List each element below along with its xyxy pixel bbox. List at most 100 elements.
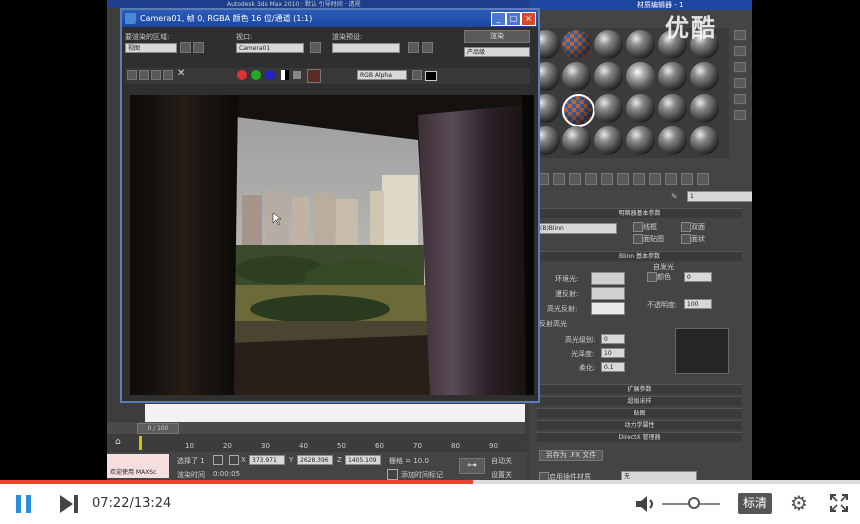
faceted-checkbox[interactable] [681, 234, 691, 244]
rollout-header[interactable]: 超级采样 [537, 396, 742, 406]
time-marker[interactable] [139, 436, 142, 450]
sample-slot[interactable] [690, 94, 719, 123]
x-coordinate[interactable]: 373.971 [249, 455, 285, 465]
sample-slot[interactable] [562, 126, 591, 155]
material-name-field[interactable]: 1 [687, 191, 752, 202]
auto-region-icon[interactable] [193, 42, 204, 53]
volume-button[interactable] [636, 495, 656, 513]
video-check-icon[interactable] [734, 94, 746, 104]
pick-material-icon[interactable]: ✎ [671, 192, 681, 202]
specular-swatch[interactable] [591, 302, 625, 315]
sample-slot[interactable] [690, 62, 719, 91]
track-bar-icon[interactable]: ⌂ [115, 437, 125, 447]
tiling-icon[interactable] [734, 78, 746, 88]
rollout-header[interactable]: DirectX 管理器 [537, 432, 742, 442]
show-map-icon[interactable] [649, 173, 661, 185]
sample-slot[interactable] [626, 62, 655, 91]
red-channel-icon[interactable] [237, 70, 247, 80]
save-image-icon[interactable] [127, 70, 137, 80]
time-slider[interactable]: 0 / 100 [107, 422, 525, 434]
go-sibling-icon[interactable] [697, 173, 709, 185]
background-icon[interactable] [734, 62, 746, 72]
area-dropdown[interactable]: 视图 [125, 43, 177, 53]
environment-icon[interactable] [422, 42, 433, 53]
frame-display[interactable]: 0 / 100 [137, 423, 179, 434]
lock-selection-icon[interactable] [213, 455, 223, 465]
sample-slot-active[interactable] [562, 94, 595, 127]
sample-slot[interactable] [626, 94, 655, 123]
rollout-header[interactable]: 扩展参数 [537, 384, 742, 394]
clone-window-icon[interactable] [151, 70, 161, 80]
time-tag-icon[interactable] [387, 469, 398, 480]
channel-dropdown[interactable]: RGB Alpha [357, 70, 407, 80]
close-button[interactable]: × [521, 12, 536, 26]
two-sided-checkbox[interactable] [681, 222, 691, 232]
viewport-dropdown[interactable]: Camera01 [236, 43, 304, 53]
go-parent-icon[interactable] [681, 173, 693, 185]
effects-channel-icon[interactable] [633, 173, 645, 185]
reset-icon[interactable] [569, 173, 581, 185]
monochrome-icon[interactable] [293, 71, 301, 79]
sample-slot[interactable] [594, 126, 623, 155]
rollout-header[interactable]: 贴图 [537, 408, 742, 418]
minimize-button[interactable]: _ [491, 12, 506, 26]
soften-value[interactable]: 0.1 [601, 362, 625, 372]
gloss-value[interactable]: 10 [601, 348, 625, 358]
copy-icon[interactable] [585, 173, 597, 185]
backlight-icon[interactable] [734, 46, 746, 56]
key-icon[interactable]: ⊶ [459, 458, 485, 474]
enable-plugin-checkbox[interactable] [539, 472, 549, 480]
pause-button[interactable] [16, 495, 32, 513]
ambient-swatch[interactable] [591, 272, 625, 285]
auto-key-button[interactable]: 自动关 [491, 456, 512, 466]
plugin-dropdown[interactable]: 无 [621, 471, 697, 480]
settings-icon[interactable]: ⚙ [790, 493, 808, 513]
rollout-header[interactable]: 动力学属性 [537, 420, 742, 430]
shader-rollout-header[interactable]: 明暗器基本参数 [537, 208, 742, 218]
wire-checkbox[interactable] [633, 222, 643, 232]
maximize-button[interactable]: □ [506, 12, 521, 26]
print-icon[interactable] [163, 70, 173, 80]
maxscript-listener[interactable]: 欢迎使用 MAXSc [107, 454, 169, 478]
self-illum-value[interactable]: 0 [684, 272, 712, 282]
shader-dropdown[interactable]: (B)Blinn [537, 223, 617, 234]
render-button[interactable]: 渲染 [464, 30, 530, 43]
sample-slot[interactable] [626, 126, 655, 155]
unique-icon[interactable] [601, 173, 613, 185]
spec-level-value[interactable]: 0 [601, 334, 625, 344]
sample-slot[interactable] [594, 94, 623, 123]
sample-slot[interactable] [594, 30, 623, 59]
absolute-mode-icon[interactable] [229, 455, 239, 465]
assign-material-icon[interactable] [553, 173, 565, 185]
lock-viewport-icon[interactable] [310, 42, 321, 53]
copy-image-icon[interactable] [139, 70, 149, 80]
diffuse-swatch[interactable] [591, 287, 625, 300]
add-time-tag[interactable]: 添加时间标记 [401, 470, 443, 480]
product-dropdown[interactable]: 产品级 [464, 47, 530, 57]
toggle-ui-icon[interactable] [425, 71, 437, 81]
alpha-channel-icon[interactable] [281, 70, 289, 80]
facemap-checkbox[interactable] [633, 234, 643, 244]
set-key-button[interactable]: 设置关 [491, 470, 512, 480]
sample-slot[interactable] [562, 62, 591, 91]
blinn-rollout-header[interactable]: Blinn 基本参数 [537, 251, 742, 261]
z-coordinate[interactable]: 1405.109 [345, 455, 381, 465]
fullscreen-button[interactable] [829, 493, 849, 513]
sample-slot[interactable] [690, 126, 719, 155]
show-end-icon[interactable] [665, 173, 677, 185]
preset-dropdown[interactable] [332, 43, 400, 53]
self-illum-color-checkbox[interactable] [647, 272, 657, 282]
sample-slot[interactable] [658, 94, 687, 123]
channel-display-icon[interactable] [412, 70, 422, 80]
sample-slot[interactable] [658, 62, 687, 91]
library-icon[interactable] [617, 173, 629, 185]
opacity-value[interactable]: 100 [684, 299, 712, 309]
sample-slot[interactable] [658, 126, 687, 155]
sample-type-icon[interactable] [734, 30, 746, 40]
options-icon[interactable] [734, 110, 746, 120]
clear-icon[interactable]: ✕ [177, 68, 187, 80]
render-setup-icon[interactable] [408, 42, 419, 53]
volume-knob[interactable] [687, 497, 700, 509]
blue-channel-icon[interactable] [265, 70, 275, 80]
green-channel-icon[interactable] [251, 70, 261, 80]
